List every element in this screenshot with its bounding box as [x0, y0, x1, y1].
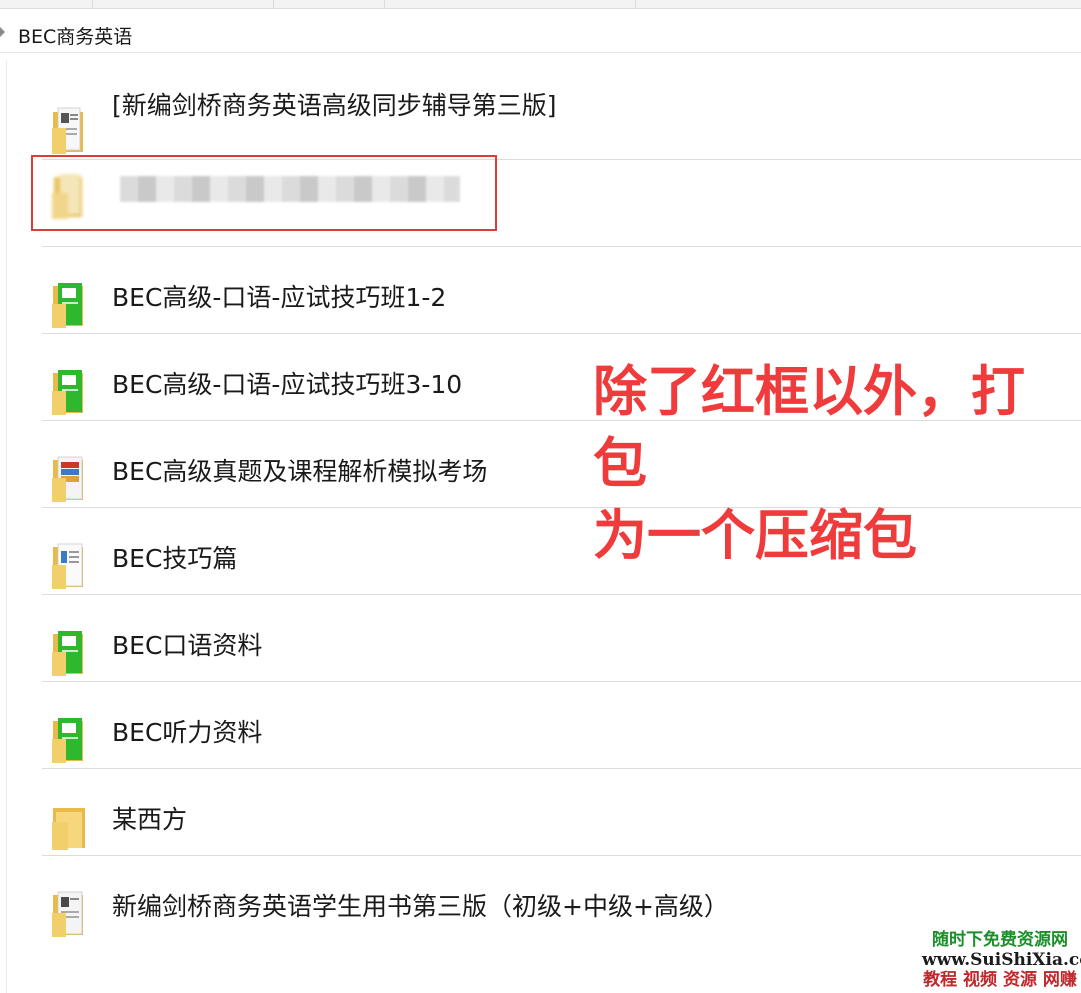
header-column[interactable]	[274, 0, 385, 8]
file-name[interactable]: BEC技巧篇	[112, 539, 237, 575]
file-name[interactable]: 新编剑桥商务英语学生用书第三版（初级+中级+高级）	[112, 887, 729, 923]
media-folder-icon	[52, 456, 83, 502]
header-column[interactable]	[93, 0, 274, 8]
plain-folder-icon	[52, 808, 85, 850]
header-column[interactable]	[0, 0, 93, 8]
file-name[interactable]: 某西方	[112, 800, 187, 836]
document-folder-icon	[52, 543, 83, 589]
watermark-line: www.SuiShiXia.com	[922, 950, 1081, 970]
highlight-box	[31, 155, 497, 231]
header-column[interactable]	[385, 0, 636, 8]
file-row[interactable]: 新编剑桥商务英语学生用书第三版（初级+中级+高级）	[42, 855, 1081, 942]
file-name[interactable]: BEC高级真题及课程解析模拟考场	[112, 452, 487, 488]
file-name[interactable]: [新编剑桥商务英语高级同步辅导第三版]	[112, 86, 557, 122]
annotation-text: 除了红框以外，打包 为一个压缩包	[593, 356, 1073, 572]
file-name[interactable]: BEC高级-口语-应试技巧班3-10	[112, 365, 462, 401]
watermark-line: 随时下免费资源网	[932, 930, 1068, 950]
green-book-folder-icon	[52, 283, 83, 328]
document-folder-icon	[52, 107, 83, 154]
breadcrumb: BEC商务英语	[0, 14, 1081, 53]
annotation-line: 为一个压缩包	[593, 504, 917, 567]
file-row[interactable]: BEC口语资料	[42, 594, 1081, 682]
file-name[interactable]: BEC高级-口语-应试技巧班1-2	[112, 278, 446, 314]
window-top-strip	[0, 0, 1081, 9]
document-folder-icon	[52, 891, 83, 937]
annotation-line: 除了红框以外，打包	[593, 360, 1025, 495]
green-book-folder-icon	[52, 631, 83, 676]
chevron-right-icon[interactable]	[0, 27, 5, 37]
navigation-pane-divider	[6, 60, 7, 993]
file-row[interactable]: 某西方	[42, 768, 1081, 856]
watermark: 随时下免费资源网 www.SuiShiXia.com 教程 视频 资源 网赚	[922, 930, 1081, 990]
watermark-line: 教程 视频 资源 网赚	[923, 970, 1077, 990]
file-row[interactable]: [新编剑桥商务英语高级同步辅导第三版]	[42, 72, 1081, 160]
breadcrumb-current[interactable]: BEC商务英语	[18, 22, 132, 49]
file-name[interactable]: BEC听力资料	[112, 713, 262, 749]
file-row[interactable]: BEC听力资料	[42, 681, 1081, 769]
file-row[interactable]: BEC高级-口语-应试技巧班1-2	[42, 246, 1081, 334]
file-name[interactable]: BEC口语资料	[112, 626, 262, 662]
green-book-folder-icon	[52, 718, 83, 763]
green-book-folder-icon	[52, 370, 83, 415]
